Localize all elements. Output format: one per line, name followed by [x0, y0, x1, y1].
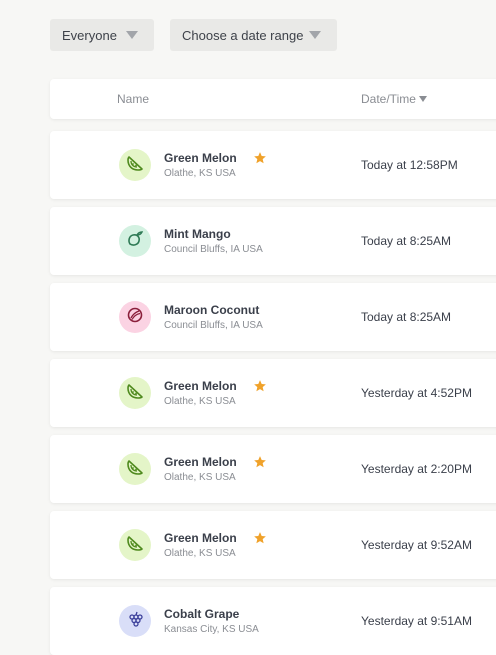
row-datetime: Today at 8:25AM: [361, 310, 452, 324]
star-icon: [253, 151, 267, 165]
table-row[interactable]: Mint Mango Council Bluffs, IA USA Today …: [50, 207, 496, 275]
row-name: Cobalt Grape: [164, 607, 240, 621]
row-datetime: Yesterday at 4:52PM: [361, 386, 472, 400]
people-filter-dropdown[interactable]: Everyone: [50, 19, 154, 51]
row-name: Green Melon: [164, 151, 237, 165]
datetime-column-header[interactable]: Date/Time: [361, 92, 427, 106]
table-row[interactable]: Green Melon Olathe, KS USA Yesterday at …: [50, 435, 496, 503]
row-datetime: Yesterday at 9:52AM: [361, 538, 472, 552]
sort-desc-icon: [418, 96, 427, 102]
datetime-header-label: Date/Time: [361, 92, 416, 106]
row-datetime: Today at 12:58PM: [361, 158, 458, 172]
star-icon: [253, 379, 267, 393]
avatar: [119, 529, 151, 561]
row-datetime: Yesterday at 9:51AM: [361, 614, 472, 628]
avatar: [119, 453, 151, 485]
coconut-icon: [125, 305, 145, 330]
chevron-down-icon: [309, 31, 321, 39]
avatar: [119, 377, 151, 409]
melon-icon: [125, 533, 145, 558]
grape-icon: [125, 609, 145, 634]
row-location: Council Bluffs, IA USA: [164, 320, 263, 331]
row-location: Olathe, KS USA: [164, 168, 236, 179]
name-column-header[interactable]: Name: [117, 92, 149, 106]
table-row[interactable]: Green Melon Olathe, KS USA Today at 12:5…: [50, 131, 496, 199]
row-datetime: Today at 8:25AM: [361, 234, 452, 248]
row-name: Maroon Coconut: [164, 303, 260, 317]
date-range-label: Choose a date range: [182, 27, 304, 43]
row-location: Kansas City, KS USA: [164, 624, 259, 635]
row-name: Mint Mango: [164, 227, 231, 241]
table-row[interactable]: Green Melon Olathe, KS USA Yesterday at …: [50, 511, 496, 579]
table-row[interactable]: Green Melon Olathe, KS USA Yesterday at …: [50, 359, 496, 427]
row-name: Green Melon: [164, 379, 237, 393]
avatar: [119, 605, 151, 637]
row-location: Council Bluffs, IA USA: [164, 244, 263, 255]
mango-icon: [125, 229, 145, 254]
avatar: [119, 149, 151, 181]
melon-icon: [125, 457, 145, 482]
star-icon: [253, 531, 267, 545]
row-name: Green Melon: [164, 455, 237, 469]
melon-icon: [125, 381, 145, 406]
chevron-down-icon: [126, 31, 138, 39]
melon-icon: [125, 153, 145, 178]
row-location: Olathe, KS USA: [164, 472, 236, 483]
avatar: [119, 225, 151, 257]
table-header: Name Date/Time: [50, 79, 496, 119]
star-icon: [253, 455, 267, 469]
people-filter-label: Everyone: [62, 27, 117, 43]
row-location: Olathe, KS USA: [164, 396, 236, 407]
date-range-dropdown[interactable]: Choose a date range: [170, 19, 337, 51]
table-row[interactable]: Maroon Coconut Council Bluffs, IA USA To…: [50, 283, 496, 351]
row-name: Green Melon: [164, 531, 237, 545]
avatar: [119, 301, 151, 333]
row-datetime: Yesterday at 2:20PM: [361, 462, 472, 476]
table-row[interactable]: Cobalt Grape Kansas City, KS USA Yesterd…: [50, 587, 496, 655]
row-location: Olathe, KS USA: [164, 548, 236, 559]
